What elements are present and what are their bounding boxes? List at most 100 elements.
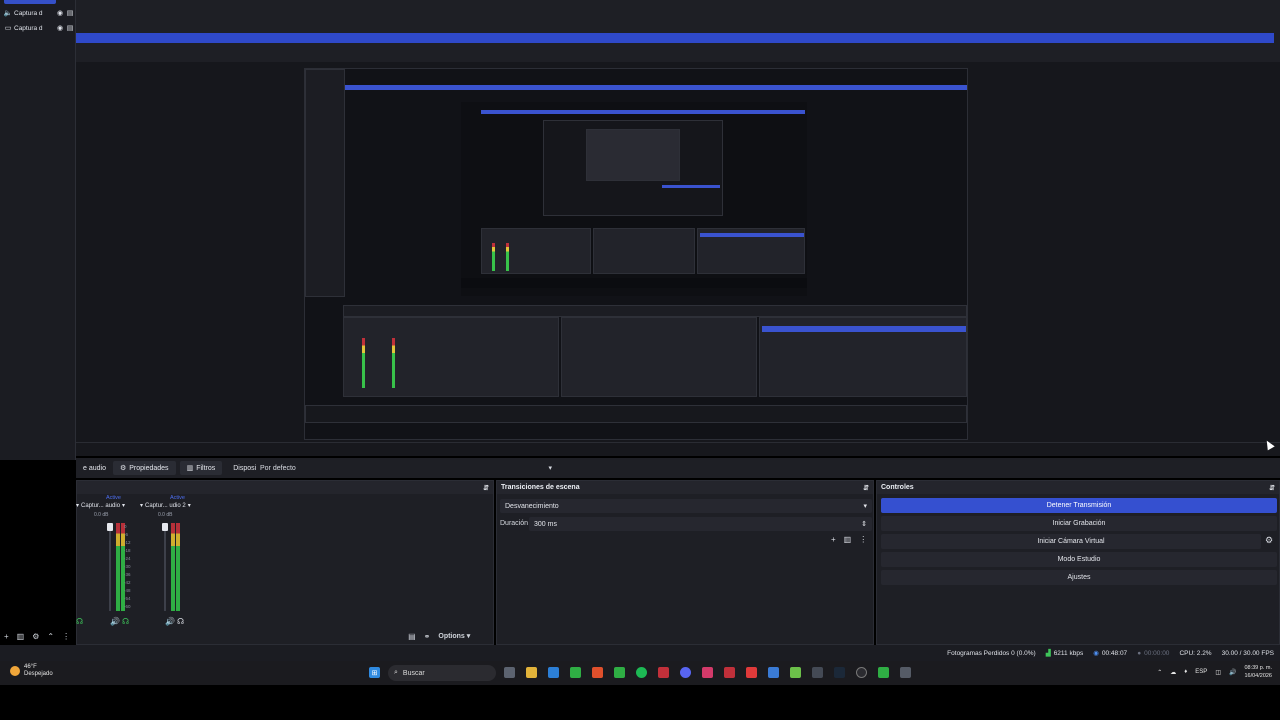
acrobat-icon[interactable] [658,667,669,678]
stop-streaming-button[interactable]: Detener Transmisión [881,498,1277,513]
device-select[interactable]: Por defecto ▾ [256,461,556,475]
channel-header[interactable]: ▾ Captur... audio ▾ [76,502,136,510]
brave-icon[interactable] [592,667,603,678]
game-icon[interactable] [812,667,823,678]
nested-controls [697,228,805,274]
windows-start-icon[interactable]: ⊞ [369,667,380,678]
start-virtual-camera-button[interactable]: Iniciar Cámara Virtual [881,534,1261,549]
transition-select[interactable]: Desvanecimiento ▾ [500,499,872,513]
bitrate-indicator: ▟ 6211 kbps [1045,649,1084,658]
chevron-down-icon[interactable]: ▾ [188,502,191,509]
language-indicator[interactable]: ESP [1195,669,1207,675]
mail-icon[interactable] [548,667,559,678]
app-icon-2[interactable] [724,667,735,678]
nested-control-bar [662,185,720,188]
chevron-down-icon: ▾ [863,503,867,510]
trash-icon[interactable]: ▥ [17,632,25,641]
obs-icon[interactable] [856,667,867,678]
source-label: Captura d [14,24,43,32]
spotify-icon[interactable] [636,667,647,678]
search-icon: ⌕ [394,669,398,676]
network-icon[interactable]: ☁ [1170,669,1176,676]
device-value: Por defecto [260,464,296,472]
dock-menu-icon[interactable]: ⇵ [483,484,489,492]
dock-menu-icon[interactable]: ⇵ [1269,484,1275,492]
audio-mixer-dock: ⇵ [76,480,494,645]
add-icon[interactable]: + [831,535,836,544]
controls-title: Controles [881,484,914,491]
properties-button[interactable]: ⚙ Propiedades [112,461,176,475]
source-item-audio-capture[interactable]: 🔈 Captura d ◉ ▤ [4,7,74,19]
channel-header[interactable]: ▾ Captur... udio 2 ▾ [140,502,200,510]
clock[interactable]: 08:39 p. m. 16/04/2026 [1244,664,1272,680]
date: 16/04/2026 [1244,673,1272,679]
file-explorer-icon[interactable] [526,667,537,678]
app-icon-3[interactable] [790,667,801,678]
volume-icon[interactable]: 🔊 [1229,669,1236,676]
app-icon[interactable] [570,667,581,678]
obs-top-area [0,0,1280,62]
calculator-icon[interactable] [768,667,779,678]
audio-tab[interactable]: e audio [76,461,113,475]
duration-label: Duración [500,520,529,527]
volume-fader-knob[interactable] [162,523,168,531]
volume-fader-knob[interactable] [107,523,113,531]
headphones-icon[interactable]: ☊ [76,617,83,626]
layout-icon[interactable]: ▤ [408,632,416,641]
chevron-up-icon[interactable]: ⌃ [1157,669,1162,676]
mic-icon[interactable]: ♦ [1184,669,1187,675]
lock-icon[interactable]: ▤ [66,9,74,17]
start-recording-button[interactable]: Iniciar Grabación [881,516,1277,531]
eye-icon[interactable]: ◉ [56,9,64,17]
xbox-icon[interactable] [614,667,625,678]
nested-scene-bar-2 [481,110,805,114]
chevron-down-icon[interactable]: ▾ [122,502,125,509]
headphones-icon[interactable]: ☊ [122,617,129,626]
weather-condition: Despejado [24,671,53,677]
scene-transitions-dock: Transiciones de escena ⇵ Desvanecimiento… [496,480,874,645]
eye-icon[interactable]: ◉ [56,24,64,32]
task-view-icon[interactable] [504,667,515,678]
options-button[interactable]: Options ▾ [438,632,470,640]
status-bar: Fotogramas Perdidos 0 (0.0%) ▟ 6211 kbps… [0,645,1280,661]
speaker-icon[interactable]: 🔊 [110,617,120,626]
steam-icon[interactable] [834,667,845,678]
dropped-frames: Fotogramas Perdidos 0 (0.0%) [947,649,1036,657]
speaker-icon[interactable]: 🔊 [165,617,175,626]
youtube-icon[interactable] [746,667,757,678]
more-icon[interactable]: ⋮ [859,535,867,544]
add-icon[interactable]: + [4,632,9,641]
wifi-icon[interactable]: ◫ [1215,669,1221,676]
spin-arrows-icon[interactable]: ⇕ [861,520,867,528]
app-icon-5[interactable] [900,667,911,678]
link-icon[interactable]: ⚭ [424,632,431,641]
source-item-display-capture[interactable]: ▭ Captura d ◉ ▤ [4,22,74,34]
more-icon[interactable]: ⋮ [62,632,70,641]
dock-menu-icon[interactable]: ⇵ [863,484,869,492]
preview-canvas[interactable] [304,68,968,440]
discord-icon[interactable] [680,667,691,678]
search-placeholder: Buscar [402,669,425,677]
virtual-camera-settings-icon[interactable]: ⚙ [1265,535,1273,546]
level-meter [176,523,180,611]
channel-db: 0.0 dB [94,512,109,518]
lock-icon[interactable]: ▤ [66,24,74,32]
studio-mode-button[interactable]: Modo Estudio [881,552,1277,567]
volume-fader-track[interactable] [164,523,166,611]
settings-button[interactable]: Ajustes [881,570,1277,585]
nested-properties-bar [343,305,967,317]
transition-value: Desvanecimiento [505,502,559,510]
trash-icon[interactable]: ▥ [844,535,852,544]
chevron-down-icon[interactable]: ▾ [76,502,79,509]
chevron-down-icon[interactable]: ▾ [140,502,143,509]
duration-spinbox[interactable]: 300 ms ⇕ [529,517,872,531]
app-icon-4[interactable] [878,667,889,678]
volume-fader-track[interactable] [109,523,111,611]
taskbar-search[interactable]: ⌕ Buscar [388,665,496,681]
headphones-icon[interactable]: ☊ [177,617,184,626]
weather-widget[interactable]: 46°F Despejado [10,664,53,678]
chevron-up-icon[interactable]: ⌃ [47,632,54,641]
gear-icon[interactable]: ⚙ [32,632,39,641]
tiktok-icon[interactable] [702,667,713,678]
filters-button[interactable]: ▥ Filtros [179,461,223,475]
